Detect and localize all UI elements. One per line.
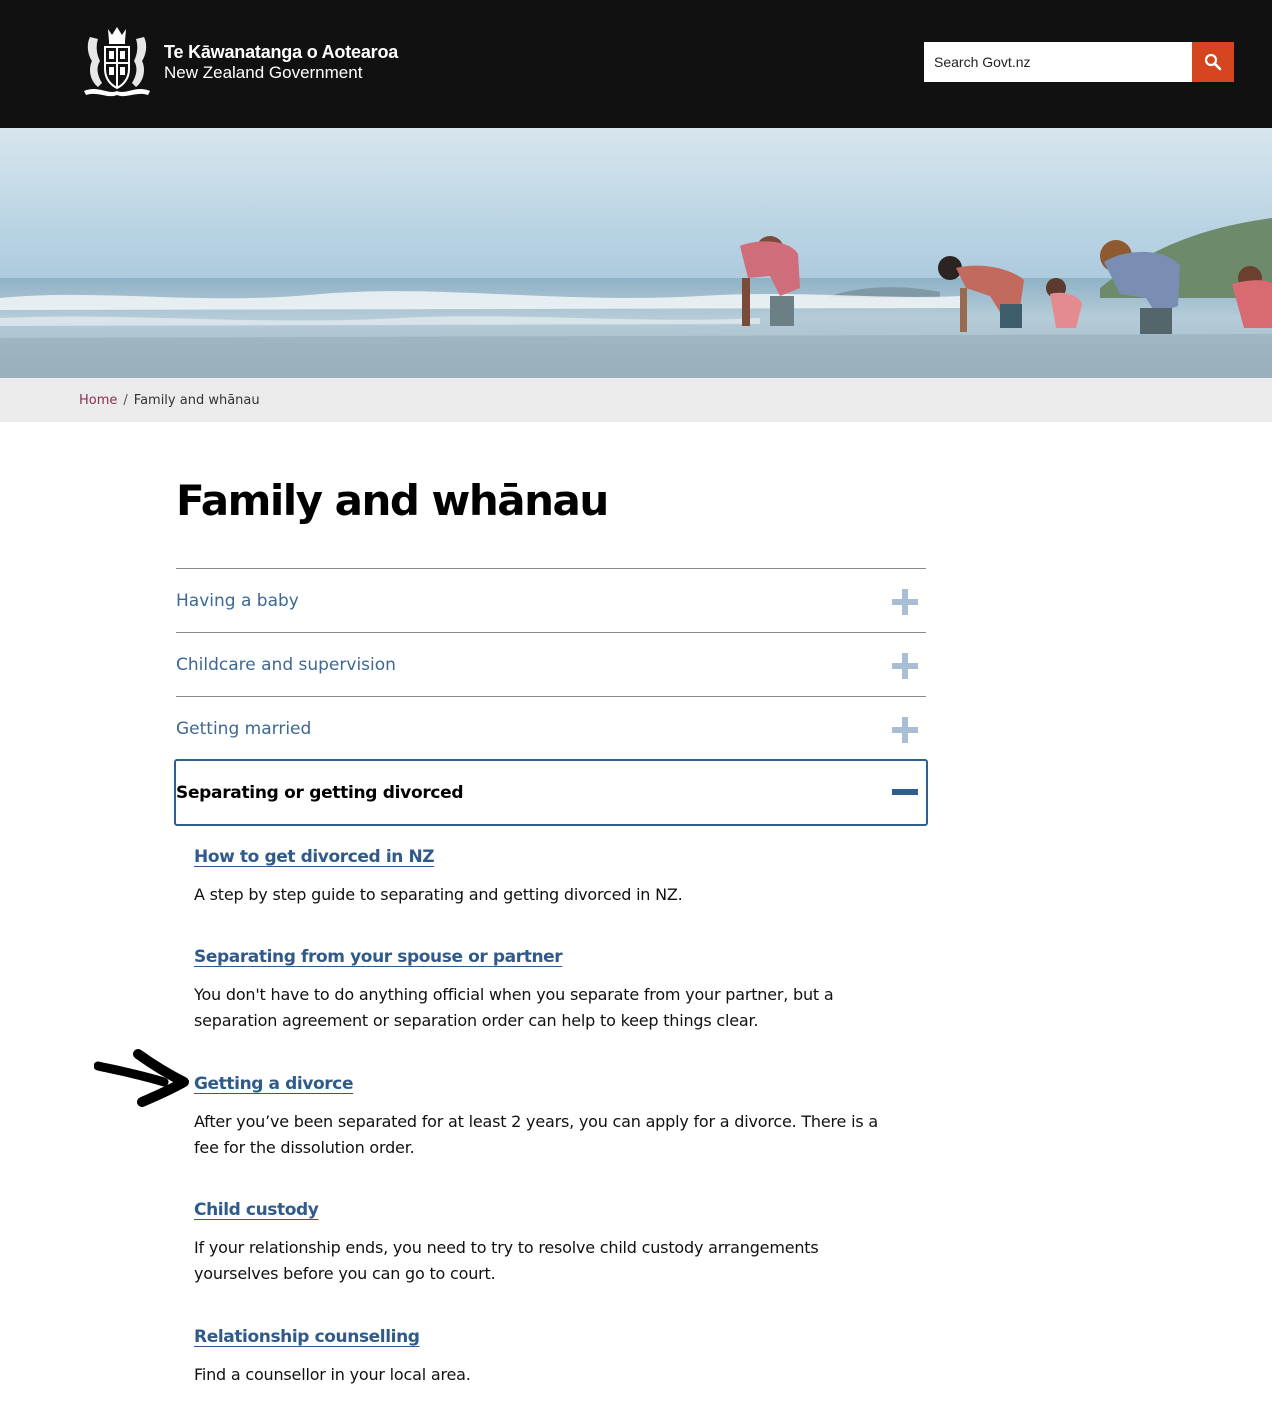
logo-english-text: New Zealand Government [164, 63, 363, 82]
link-child-custody[interactable]: Child custody [194, 1198, 319, 1222]
site-header: Te Kāwanatanga o Aotearoa New Zealand Go… [0, 0, 1272, 128]
link-separating-from-partner[interactable]: Separating from your spouse or partner [194, 945, 563, 969]
logo-text: Te Kāwanatanga o Aotearoa New Zealand Go… [164, 41, 398, 83]
search-icon [1204, 53, 1222, 71]
list-item-description: A step by step guide to separating and g… [194, 885, 683, 904]
beach-family-photo [0, 128, 1272, 378]
search-form [924, 42, 1234, 82]
link-relationship-counselling[interactable]: Relationship counselling [194, 1325, 420, 1349]
list-item: Getting a divorce After you’ve been sepa… [194, 1072, 884, 1161]
breadcrumb: Home / Family and whānau [0, 378, 1272, 422]
list-item: Child custody If your relationship ends,… [194, 1198, 884, 1287]
coat-of-arms-icon [84, 27, 150, 97]
accordion-item-label-open: Separating or getting divorced [176, 782, 464, 803]
plus-icon [892, 589, 918, 615]
list-item-description: Find a counsellor in your local area. [194, 1365, 471, 1384]
list-item-description: You don't have to do anything official w… [194, 985, 834, 1030]
breadcrumb-home-link[interactable]: Home [79, 393, 117, 408]
accordion-item-having-a-baby[interactable]: Having a baby [176, 568, 926, 632]
accordion-item-separating-or-divorced[interactable]: Separating or getting divorced [174, 759, 928, 826]
accordion-item-label: Childcare and supervision [176, 654, 396, 675]
search-button[interactable] [1192, 42, 1234, 82]
search-input[interactable] [924, 42, 1192, 82]
logo-maori-text: Te Kāwanatanga o Aotearoa [164, 42, 399, 62]
accordion-item-getting-married[interactable]: Getting married [176, 696, 926, 760]
list-item-description: If your relationship ends, you need to t… [194, 1238, 819, 1283]
accordion: Having a baby Childcare and supervision … [176, 568, 926, 760]
list-item: How to get divorced in NZ A step by step… [194, 845, 884, 908]
link-how-to-get-divorced[interactable]: How to get divorced in NZ [194, 845, 435, 869]
link-getting-a-divorce[interactable]: Getting a divorce [194, 1072, 353, 1096]
minus-icon [892, 789, 918, 795]
plus-icon [892, 717, 918, 743]
list-item: Separating from your spouse or partner Y… [194, 945, 884, 1034]
breadcrumb-current: Family and whānau [133, 392, 260, 408]
accordion-item-childcare[interactable]: Childcare and supervision [176, 632, 926, 696]
list-item: Relationship counselling Find a counsell… [194, 1325, 884, 1388]
pointer-arrow-icon [94, 1049, 189, 1107]
accordion-item-label: Getting married [176, 718, 312, 739]
plus-icon [892, 653, 918, 679]
govt-logo-link[interactable]: Te Kāwanatanga o Aotearoa New Zealand Go… [78, 24, 398, 100]
breadcrumb-separator: / [123, 392, 128, 408]
page-title: Family and whānau [176, 476, 609, 525]
hero-image [0, 128, 1272, 378]
accordion-item-label: Having a baby [176, 590, 299, 611]
list-item-description: After you’ve been separated for at least… [194, 1112, 878, 1157]
